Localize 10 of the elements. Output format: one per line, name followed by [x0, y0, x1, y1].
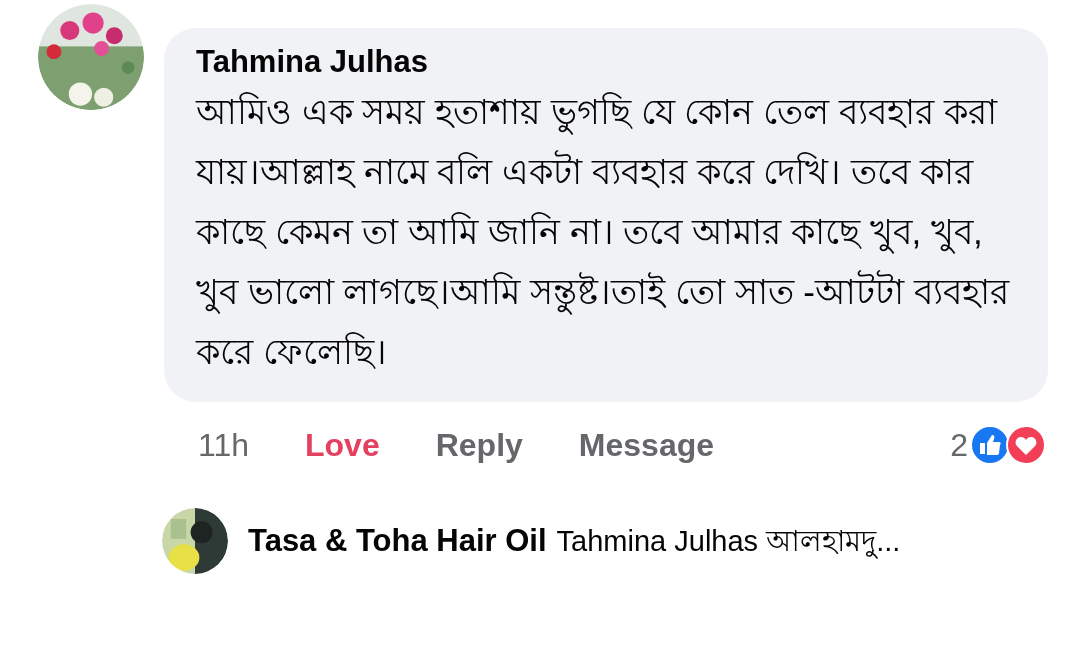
author-name[interactable]: Tahmina Julhas	[196, 42, 1024, 82]
author-name[interactable]: Tasa & Toha Hair Oil	[248, 517, 547, 565]
timestamp: 11h	[198, 426, 249, 465]
reply-preview[interactable]: Tahmina Julhas আলহামদু...	[556, 519, 901, 564]
like-icon[interactable]	[970, 425, 1010, 465]
action-link[interactable]: Reply	[435, 421, 523, 469]
comment-text: আমিও এক সময় হতাশায় ভুগছি যে কোন তেল ব্যবহার করা যায়।আল্লাহ নামে বলি একটা ব্যবহার করে দেখি। তবে কার কাছে কেমন তা আমি জানি না। তবে আমার কাছে খুব, খুব, খুব ভালো লাগছে।আমি সন্তুষ্ট।তাই তো সাত -আটটা ব্যবহার করে ফেলেছি।	[196, 91, 1011, 373]
reaction-count: 2	[950, 426, 968, 465]
action-link[interactable]: Love	[305, 421, 380, 469]
action-link[interactable]: Message	[578, 421, 715, 469]
